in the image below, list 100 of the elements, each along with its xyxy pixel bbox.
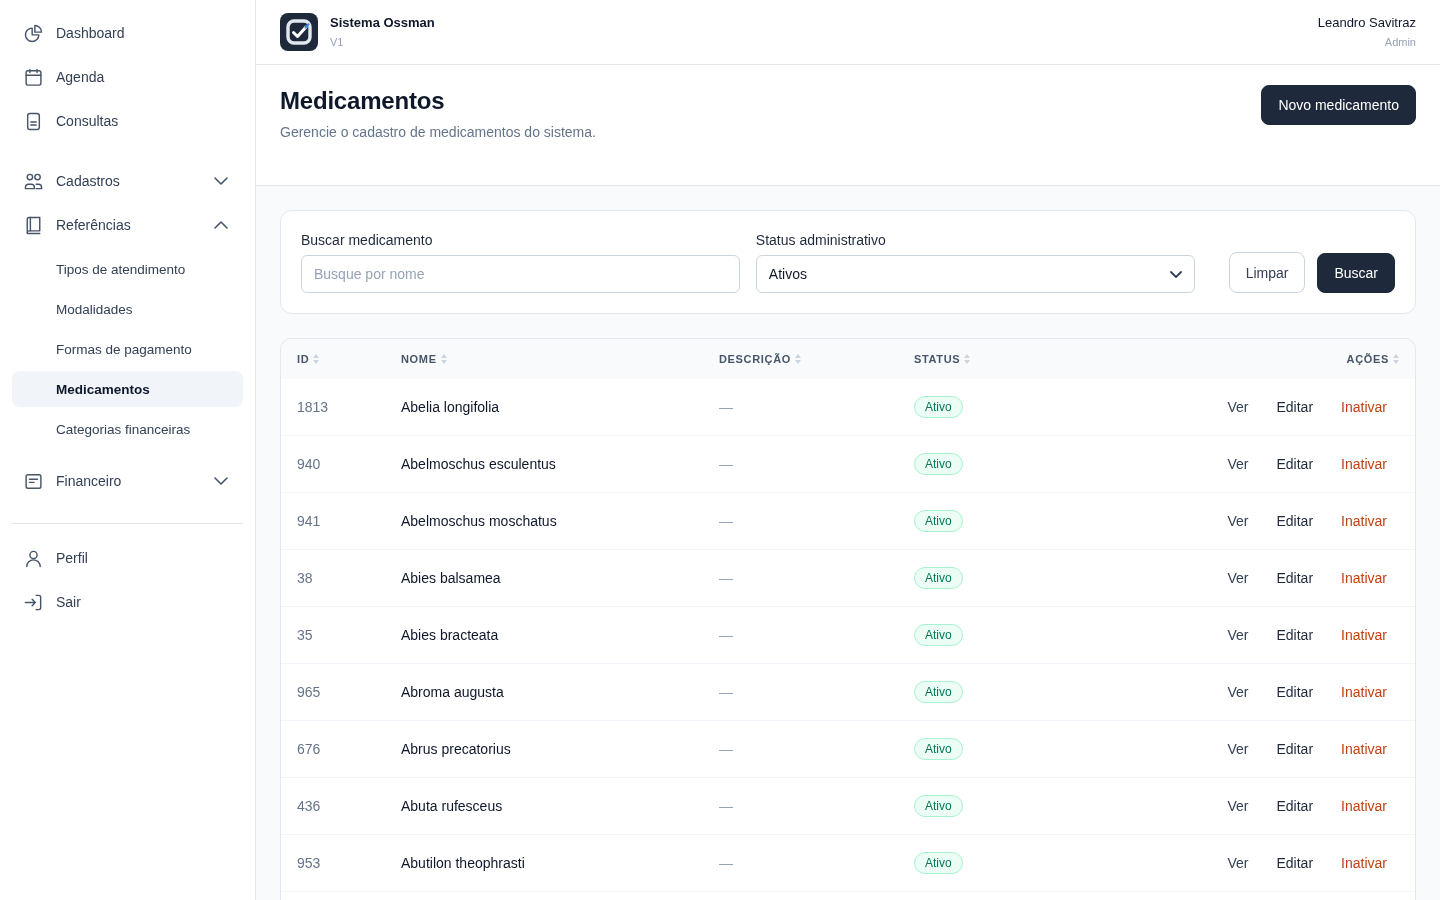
status-badge: Ativo [914,396,963,418]
new-medication-button[interactable]: Novo medicamento [1261,85,1416,125]
nav-item[interactable]: Dashboard [12,11,243,55]
users-icon [25,172,42,190]
edit-link[interactable]: Editar [1276,456,1314,472]
edit-link[interactable]: Editar [1276,399,1314,415]
logout-icon [25,593,42,611]
medication-id: 1813 [297,399,329,415]
field-label: Buscar medicamento [301,231,434,250]
sort-icon [1393,354,1399,364]
status-badge: Ativo [914,738,963,760]
deactivate-link[interactable]: Inativar [1341,513,1387,529]
medication-name: Abies bracteata [401,627,499,643]
description-text: — [719,399,733,415]
deactivate-link[interactable]: Inativar [1341,855,1387,871]
status-badge: Ativo [914,795,963,817]
column-header[interactable]: AÇÕES [1346,353,1399,365]
deactivate-link[interactable]: Inativar [1341,684,1387,700]
medication-id: 941 [297,513,321,529]
view-link[interactable]: Ver [1227,855,1249,871]
sort-icon [964,354,971,364]
user-role: Admin [1384,35,1416,50]
status-select[interactable]: Ativos [755,255,1195,293]
nav-group[interactable]: Financeiro [12,459,243,503]
medication-id: 676 [297,741,321,757]
nav-subitem[interactable]: Categorias financeiras [12,411,243,447]
status-badge: Ativo [914,453,963,475]
nav-item[interactable]: Perfil [12,536,243,580]
medication-id: 965 [297,684,321,700]
nav-group[interactable]: Referências [12,203,243,247]
view-link[interactable]: Ver [1227,627,1249,643]
view-link[interactable]: Ver [1227,456,1249,472]
description-text: — [719,684,733,700]
list-document-icon [25,472,42,490]
logo-icon [280,13,318,51]
nav-subitem[interactable]: Medicamentos [12,371,243,407]
nav-subitem[interactable]: Tipos de atendimento [12,251,243,287]
deactivate-link[interactable]: Inativar [1341,570,1387,586]
column-header[interactable]: STATUS [914,353,971,365]
column-header[interactable]: DESCRIÇÃO [719,353,801,365]
view-link[interactable]: Ver [1227,513,1249,529]
medication-name: Abuta rufesceus [401,798,503,814]
nav-subitem[interactable]: Formas de pagamento [12,331,243,367]
description-text: — [719,855,733,871]
deactivate-link[interactable]: Inativar [1341,399,1387,415]
view-link[interactable]: Ver [1227,684,1249,700]
status-badge: Ativo [914,681,963,703]
user-icon [25,549,42,567]
nav-subitem[interactable]: Modalidades [12,291,243,327]
description-text: — [719,627,733,643]
search-field[interactable]: Busque por nome [301,255,740,293]
description-text: — [719,570,733,586]
medication-id: 35 [297,627,313,643]
description-text: — [719,513,733,529]
sort-icon [794,354,801,364]
view-link[interactable]: Ver [1227,798,1249,814]
calendar-icon [25,68,42,86]
pie-chart-icon [25,24,42,42]
edit-link[interactable]: Editar [1276,741,1314,757]
edit-link[interactable]: Editar [1276,513,1314,529]
view-link[interactable]: Ver [1227,741,1249,757]
edit-link[interactable]: Editar [1276,570,1314,586]
description-text: — [719,798,733,814]
deactivate-link[interactable]: Inativar [1341,741,1387,757]
nav-item[interactable]: Agenda [12,55,243,99]
medication-id: 436 [297,798,321,814]
document-icon [25,112,42,130]
status-badge: Ativo [914,624,963,646]
column-header[interactable]: ID [297,353,320,365]
description-text: — [719,741,733,757]
view-link[interactable]: Ver [1227,399,1249,415]
edit-link[interactable]: Editar [1276,684,1314,700]
search-button[interactable]: Buscar [1317,253,1395,293]
edit-link[interactable]: Editar [1276,855,1314,871]
medication-id: 38 [297,570,313,586]
deactivate-link[interactable]: Inativar [1341,627,1387,643]
app-name: Sistema Ossman [330,14,435,32]
book-icon [25,216,42,234]
medication-id: 953 [297,855,321,871]
nav-item[interactable]: Consultas [12,99,243,143]
edit-link[interactable]: Editar [1276,627,1314,643]
field-label: Status administrativo [755,231,887,250]
deactivate-link[interactable]: Inativar [1341,798,1387,814]
view-link[interactable]: Ver [1227,570,1249,586]
deactivate-link[interactable]: Inativar [1341,456,1387,472]
nav-item[interactable]: Sair [12,580,243,624]
medication-name: Abelia longifolia [401,399,500,415]
medication-name: Abelmoschus esculentus [401,456,556,472]
page-title: Medicamentos [280,86,446,116]
clear-button[interactable]: Limpar [1228,252,1306,293]
page-subtitle: Gerencie o cadastro de medicamentos do sistema. [280,123,596,142]
status-badge: Ativo [914,567,963,589]
medication-name: Abroma augusta [401,684,504,700]
column-header[interactable]: NOME [401,353,447,365]
status-badge: Ativo [914,510,963,532]
app-version: V1 [330,35,345,50]
edit-link[interactable]: Editar [1276,798,1314,814]
medication-name: Abelmoschus moschatus [401,513,557,529]
nav-group[interactable]: Cadastros [12,159,243,203]
sort-icon [440,354,447,364]
